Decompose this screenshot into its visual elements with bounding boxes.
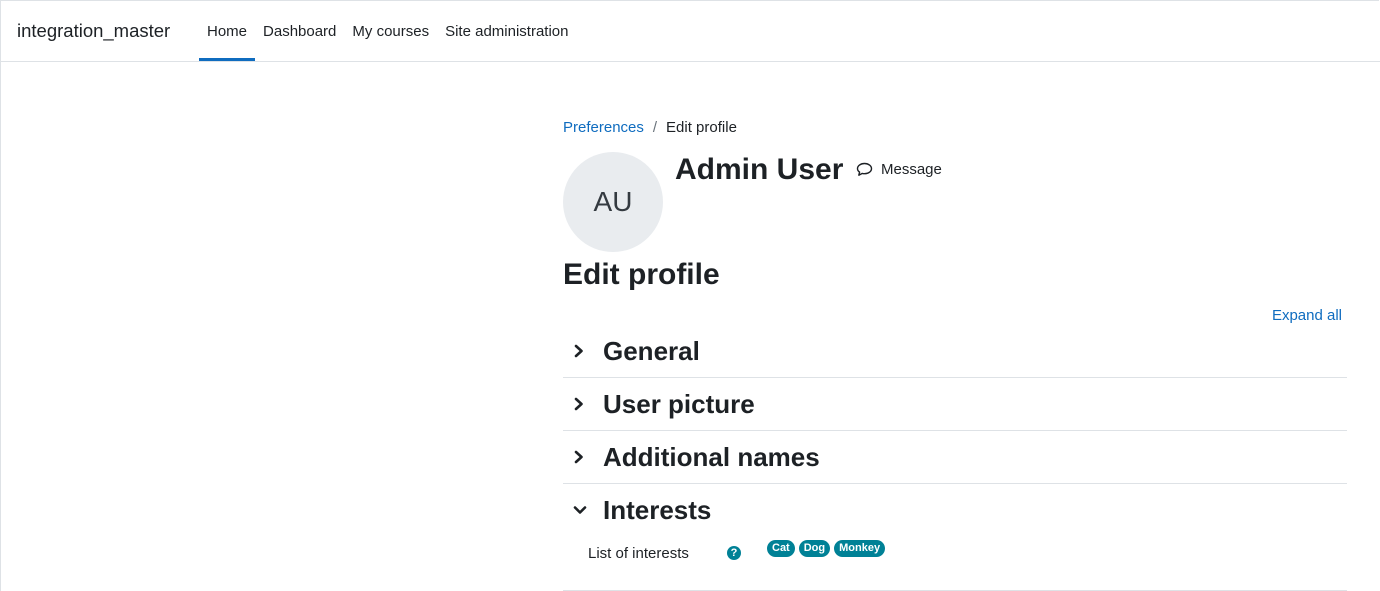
section-user-picture: User picture [563, 378, 1347, 431]
avatar: AU [563, 152, 663, 252]
tag-monkey[interactable]: Monkey [834, 540, 886, 557]
chevron-right-icon [563, 344, 603, 358]
chevron-right-icon [563, 397, 603, 411]
breadcrumb: Preferences / Edit profile [563, 118, 737, 138]
nav-item-my-courses[interactable]: My courses [344, 1, 437, 61]
section-interests: Interests List of interests ? Cat Dog Mo… [563, 484, 1347, 591]
section-general: General [563, 325, 1347, 378]
section-user-picture-title: User picture [603, 389, 755, 419]
section-interests-title: Interests [603, 495, 712, 525]
user-fullname: Admin User [675, 153, 844, 186]
section-additional-names: Additional names [563, 431, 1347, 484]
help-icon[interactable]: ? [727, 546, 741, 560]
tag-dog[interactable]: Dog [798, 540, 831, 557]
chevron-down-icon [563, 504, 603, 516]
message-button[interactable]: Message [856, 161, 942, 178]
breadcrumb-current: Edit profile [666, 119, 737, 136]
section-additional-names-title: Additional names [603, 442, 820, 472]
site-brand[interactable]: integration_master [17, 19, 170, 43]
message-icon [856, 162, 873, 176]
section-general-title: General [603, 336, 700, 366]
interest-tags: Cat Dog Monkey [767, 540, 886, 557]
chevron-right-icon [563, 450, 603, 464]
nav-item-site-administration[interactable]: Site administration [437, 1, 576, 61]
page-title: Edit profile [563, 258, 720, 291]
tag-cat[interactable]: Cat [767, 540, 795, 557]
nav-item-home[interactable]: Home [199, 1, 256, 61]
message-label: Message [881, 161, 942, 178]
expand-all-link[interactable]: Expand all [1272, 307, 1342, 324]
interests-field: List of interests ? Cat Dog Monkey [563, 536, 1347, 590]
primary-nav: Home Dashboard My courses Site administr… [199, 1, 577, 61]
interests-label: List of interests [588, 545, 689, 562]
section-general-toggle[interactable]: General [563, 325, 1347, 377]
top-navbar: integration_master Home Dashboard My cou… [1, 1, 1380, 62]
profile-sections: General User picture Additional names In… [563, 325, 1347, 591]
avatar-initials: AU [593, 186, 633, 217]
section-interests-toggle[interactable]: Interests [563, 484, 1347, 536]
breadcrumb-preferences-link[interactable]: Preferences [563, 118, 644, 138]
breadcrumb-separator: / [652, 119, 658, 136]
section-additional-names-toggle[interactable]: Additional names [563, 431, 1347, 483]
nav-item-dashboard[interactable]: Dashboard [255, 1, 344, 61]
section-user-picture-toggle[interactable]: User picture [563, 378, 1347, 430]
